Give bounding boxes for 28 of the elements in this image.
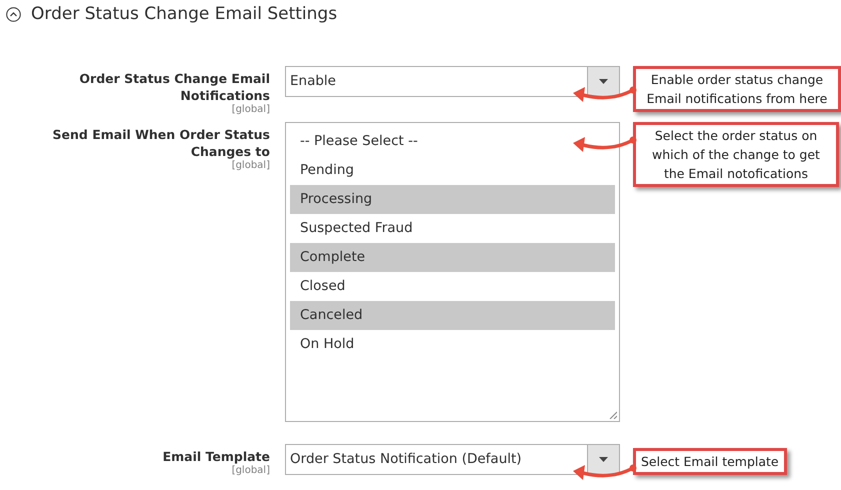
arrow-icon: [571, 84, 635, 104]
select-field[interactable]: Order Status Notification (Default): [285, 444, 620, 475]
annotation-callout: Select the order status on which of the change to get the Email notofications: [633, 122, 839, 187]
annotation-callout: Enable order status change Email notifications from here: [633, 66, 841, 112]
list-option[interactable]: Processing: [290, 185, 615, 214]
section-title[interactable]: Order Status Change Email Settings: [31, 4, 338, 24]
field-label: Email Template: [162, 448, 270, 465]
annotation-callout: Select Email template: [633, 448, 787, 475]
list-option[interactable]: Complete: [290, 243, 615, 272]
field-label: Order Status Change Email Notifications: [78, 70, 270, 104]
select-field[interactable]: Enable: [285, 66, 620, 97]
field-label: Send Email When Order Status Changes to: [52, 126, 270, 160]
collapse-icon[interactable]: [6, 6, 21, 22]
scope-label: [global]: [232, 465, 270, 477]
list-option[interactable]: -- Please Select --: [290, 127, 615, 156]
resize-grip-icon: [609, 411, 617, 419]
scope-label: [global]: [232, 160, 270, 172]
list-option[interactable]: Pending: [290, 156, 615, 185]
caret-icon: [599, 79, 608, 84]
list-option[interactable]: Suspected Fraud: [290, 214, 615, 243]
arrow-icon: [571, 134, 635, 154]
arrow-icon: [571, 462, 635, 482]
status-listbox[interactable]: -- Please Select -- Pending Processing Suspected Fraud Complete Closed Canceled On Hold: [285, 122, 620, 422]
list-option[interactable]: Canceled: [290, 301, 615, 330]
list-option[interactable]: Closed: [290, 272, 615, 301]
scope-label: [global]: [232, 104, 270, 116]
caret-icon: [599, 457, 608, 462]
list-option[interactable]: On Hold: [290, 330, 615, 359]
